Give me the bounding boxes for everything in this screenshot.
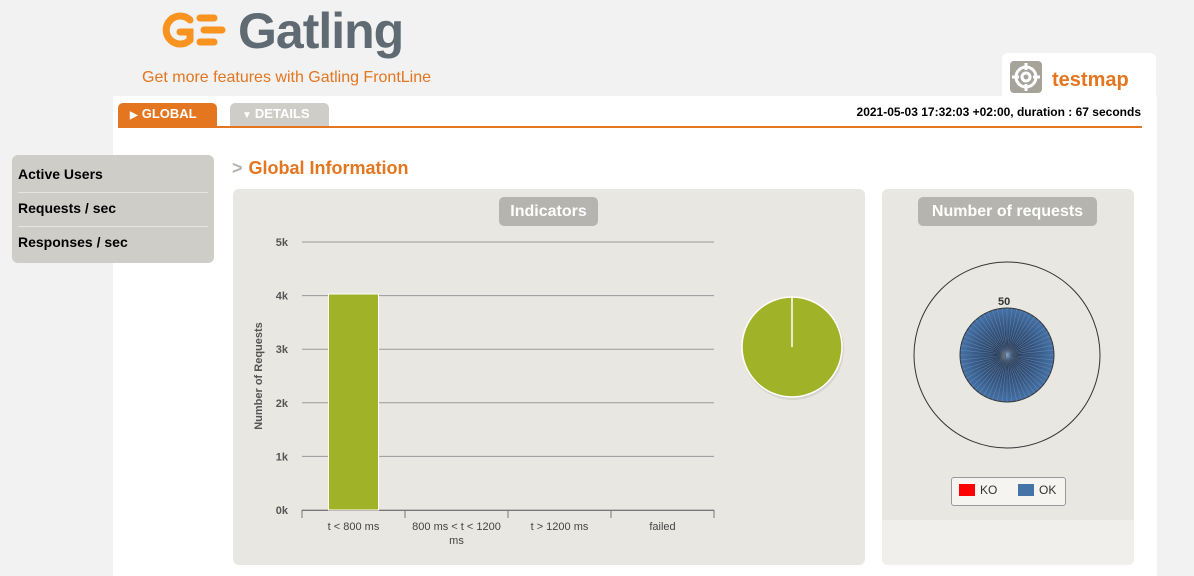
x-tick-label: 800 ms < t < 1200 ms xyxy=(412,521,501,547)
x-tick-label: t < 800 ms xyxy=(328,521,380,533)
y-tick-label: 5k xyxy=(276,237,289,249)
run-info: 2021-05-03 17:32:03 +02:00, duration : 6… xyxy=(856,105,1141,119)
tab-underline xyxy=(118,126,1142,128)
gauge-tick-label: 0 xyxy=(1001,351,1007,362)
section-title-text: Global Information xyxy=(248,158,409,178)
y-axis-label: Number of Requests xyxy=(253,322,265,430)
tab-details[interactable]: ▼ DETAILS xyxy=(230,103,329,127)
frontline-link[interactable]: Get more features with Gatling FrontLine xyxy=(142,69,431,87)
gauge-tick-label: 50 xyxy=(998,296,1010,308)
y-tick-label: 3k xyxy=(276,344,289,356)
sidebar-item-responses-per-sec[interactable]: Responses / sec xyxy=(18,226,208,259)
requests-gauge-chart: 50 0 xyxy=(913,261,1101,449)
tab-details-label: DETAILS xyxy=(254,106,310,121)
legend-ok-swatch xyxy=(1018,484,1034,496)
x-tick-label: t > 1200 ms xyxy=(531,521,589,533)
tab-global-label: GLOBAL xyxy=(141,106,197,121)
requests-panel-footer xyxy=(882,520,1134,565)
section-title: > Global Information xyxy=(232,158,409,179)
legend-ko-label[interactable]: KO xyxy=(980,483,997,497)
brand-name: Gatling xyxy=(238,3,404,59)
y-tick-label: 2k xyxy=(276,398,289,410)
sidebar-item-requests-per-sec[interactable]: Requests / sec xyxy=(18,192,208,225)
target-icon xyxy=(1010,61,1042,93)
number-of-requests-title: Number of requests xyxy=(918,197,1097,226)
y-tick-label: 4k xyxy=(276,291,289,303)
tab-global[interactable]: ▶ GLOBAL xyxy=(118,103,217,127)
x-tick-label: failed xyxy=(649,521,675,533)
legend-ko-swatch xyxy=(959,484,975,496)
chevron-right-icon: > xyxy=(232,158,243,178)
indicators-pie-chart xyxy=(741,296,844,400)
sidebar-item-active-users[interactable]: Active Users xyxy=(18,158,208,191)
indicators-title: Indicators xyxy=(499,197,598,226)
simulation-name: testmap xyxy=(1052,69,1129,91)
indicators-bar-chart: 0k 1k 2k 3k 4k 5k Number of Requests t < 800 ms… xyxy=(253,237,715,547)
legend-ok-label[interactable]: OK xyxy=(1039,483,1056,497)
bar[interactable] xyxy=(328,293,379,511)
y-tick-label: 1k xyxy=(276,451,289,463)
gatling-logo-icon xyxy=(162,12,226,48)
triangle-down-icon: ▼ xyxy=(242,110,252,121)
triangle-right-icon: ▶ xyxy=(130,110,138,121)
y-tick-label: 0k xyxy=(276,505,289,517)
